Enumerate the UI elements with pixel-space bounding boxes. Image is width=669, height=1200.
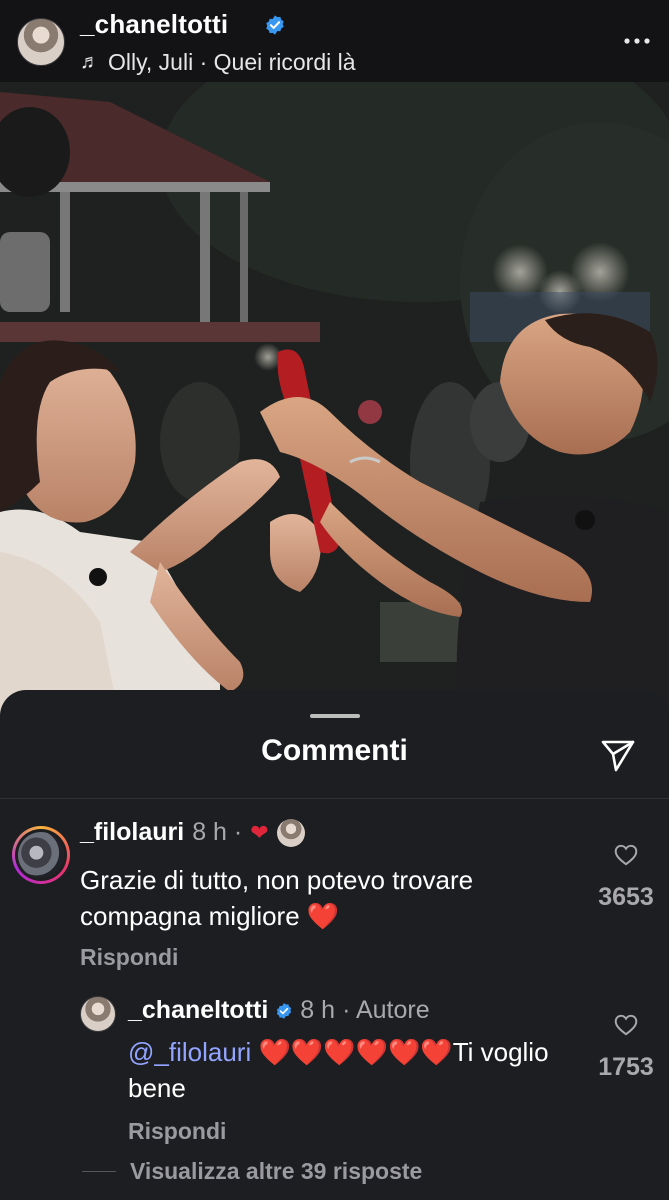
author-liked-heart-icon: ❤ <box>250 819 269 845</box>
reply-author-label: · Autore <box>342 996 430 1024</box>
commenter-username[interactable]: _filolauri <box>80 818 184 847</box>
music-info[interactable]: ♬ Olly, Juli · Quei ricordi là <box>80 49 356 76</box>
comments-sheet: Commenti _filolauri 8 h · ❤ Grazie di tu… <box>0 690 669 1200</box>
reply-username[interactable]: _chaneltotti <box>128 996 268 1025</box>
comment-header: _filolauri 8 h · ❤ <box>80 818 305 847</box>
author-avatar[interactable] <box>17 18 65 66</box>
reply-like[interactable]: 1753 <box>586 1012 666 1082</box>
reply-author-avatar[interactable] <box>80 996 116 1032</box>
comment-time: 8 h · <box>192 818 243 846</box>
comment-reply-button[interactable]: Rispondi <box>80 944 178 971</box>
video-frame <box>0 82 669 722</box>
comment-text: Grazie di tutto, non potevo trovare comp… <box>80 865 474 931</box>
music-note-icon: ♬ <box>80 51 100 73</box>
verified-badge-icon <box>277 1002 292 1019</box>
more-replies-line <box>82 1171 116 1172</box>
comment-like-count: 3653 <box>598 883 654 911</box>
comments-title: Commenti <box>261 734 408 767</box>
view-more-replies-button[interactable]: Visualizza altre 39 risposte <box>82 1158 422 1185</box>
sheet-drag-handle[interactable] <box>310 714 360 718</box>
post-header: _chaneltotti ♬ Olly, Juli · Quei ricordi… <box>0 0 669 82</box>
heart-icon[interactable] <box>613 1012 639 1038</box>
author-liked-avatar <box>276 818 305 847</box>
comment-like[interactable]: 3653 <box>586 842 666 912</box>
reply-mention[interactable]: @_filolauri <box>128 1037 251 1067</box>
heart-icon[interactable] <box>613 842 639 868</box>
more-replies-label: Visualizza altre 39 risposte <box>130 1158 423 1184</box>
verified-badge-icon <box>266 15 284 35</box>
video-player[interactable] <box>0 82 669 722</box>
reply-header: _chaneltotti 8 h · Autore <box>128 996 430 1025</box>
reply-text: @_filolauri ❤️❤️❤️❤️❤️❤️Ti voglio bene <box>128 1034 568 1106</box>
paper-plane-icon[interactable] <box>598 734 638 774</box>
more-options-button[interactable] <box>620 26 654 56</box>
ellipsis-icon <box>624 38 650 44</box>
reply-like-count: 1753 <box>598 1053 654 1081</box>
reply-reply-button[interactable]: Rispondi <box>128 1118 226 1145</box>
sheet-divider <box>0 798 669 799</box>
author-username[interactable]: _chaneltotti <box>80 9 228 40</box>
reply-time: 8 h <box>300 996 336 1024</box>
music-label: Olly, Juli · Quei ricordi là <box>108 49 356 75</box>
commenter-avatar[interactable] <box>12 826 70 884</box>
